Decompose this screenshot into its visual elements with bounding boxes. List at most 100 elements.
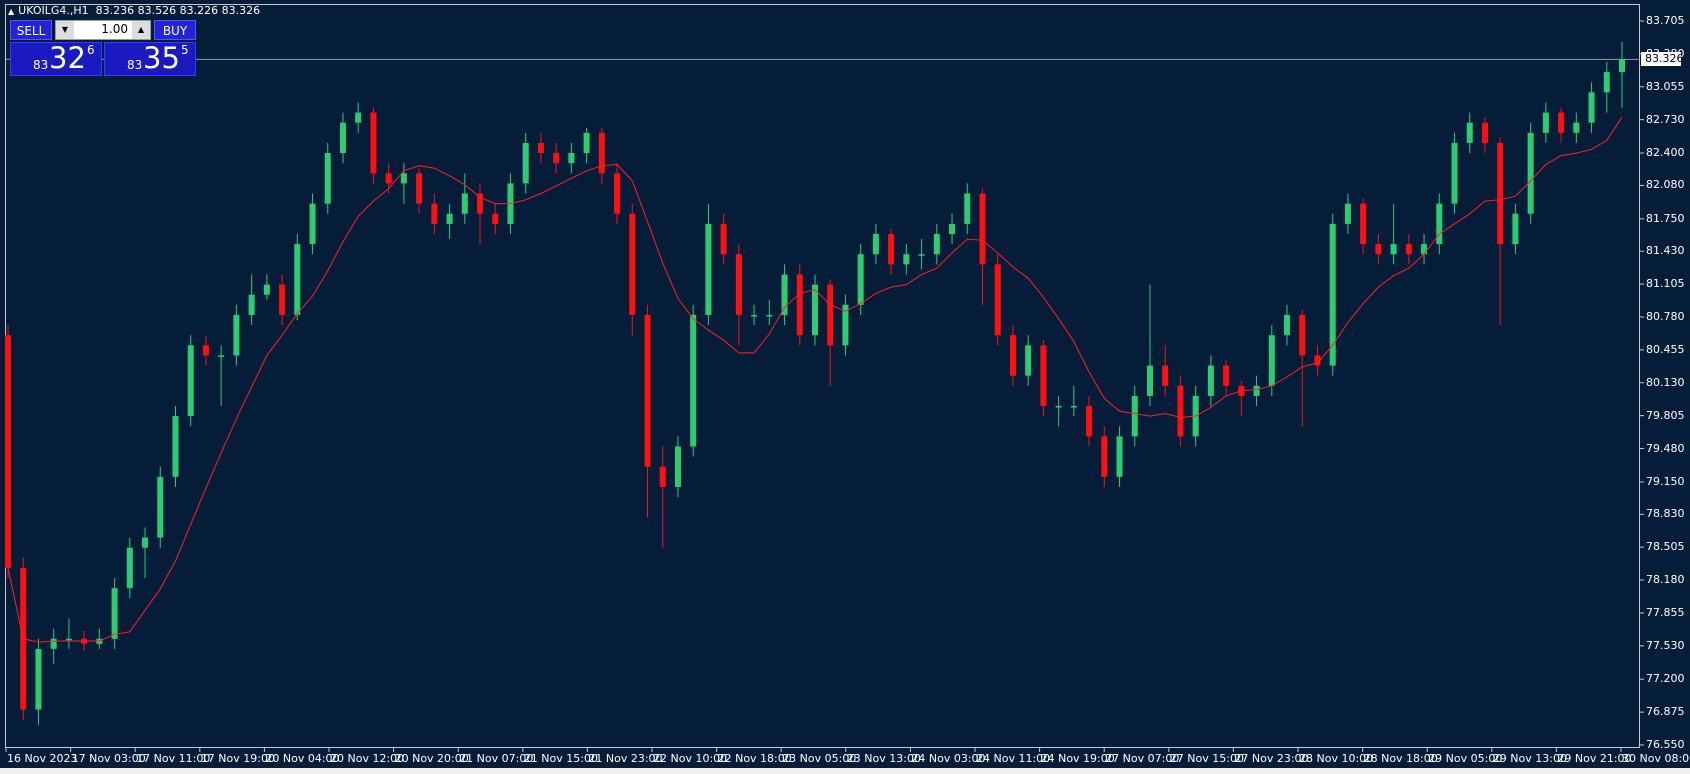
candle-bearish: [827, 284, 834, 346]
candle-bearish: [1405, 244, 1412, 255]
time-axis-label: 29 Nov 21:00: [1557, 752, 1632, 765]
time-axis-label: 21 Nov 15:00: [523, 752, 598, 765]
candle-bullish: [1588, 92, 1595, 123]
time-axis-label: 16 Nov 2023: [7, 752, 78, 765]
price-axis-label: 79.150: [1646, 474, 1685, 488]
candle-bearish: [1162, 365, 1169, 386]
candle-bullish: [157, 476, 164, 538]
collapse-triangle-icon[interactable]: ▲: [8, 7, 14, 16]
candle-bearish: [553, 153, 560, 164]
candle-bearish: [629, 213, 636, 315]
time-axis-label: 27 Nov 23:00: [1234, 752, 1309, 765]
candle-bullish: [751, 314, 758, 317]
time-axis-label: 21 Nov 23:00: [588, 752, 663, 765]
buy-button[interactable]: BUY: [154, 20, 196, 40]
candle-bullish: [1512, 213, 1519, 245]
price-axis-label: 81.750: [1646, 211, 1685, 225]
price-axis-label: 78.180: [1646, 573, 1685, 587]
candle-bearish: [888, 234, 895, 265]
symbol-label: UKOILG4.,H1: [18, 4, 89, 17]
decrease-lot-arrow-icon[interactable]: ▼: [56, 21, 74, 39]
candle-bullish: [1344, 203, 1351, 224]
price-axis-label: 79.805: [1646, 408, 1685, 422]
ask-price-button[interactable]: 83 35 5: [104, 41, 196, 76]
candle-bearish: [1101, 436, 1108, 477]
price-axis-label: 81.430: [1646, 244, 1685, 258]
candle-bearish: [5, 335, 11, 568]
candle-bullish: [1573, 122, 1580, 133]
candle-bullish: [1451, 142, 1458, 204]
candle-bearish: [598, 132, 605, 174]
candle-bullish: [50, 638, 57, 649]
candle-bullish: [1436, 203, 1443, 245]
bid-pip: 6: [87, 43, 95, 57]
candle-bullish: [324, 153, 331, 204]
candle-bearish: [659, 466, 666, 487]
candle-bullish: [949, 223, 956, 235]
price-axis-label: 80.780: [1646, 309, 1685, 323]
time-axis-label: 29 Nov 13:00: [1492, 752, 1567, 765]
candle-bearish: [979, 193, 986, 265]
candle-bullish: [1619, 59, 1625, 73]
time-axis-label: 24 Nov 11:00: [976, 752, 1051, 765]
candle-bullish: [933, 234, 940, 255]
time-axis-label: 24 Nov 03:00: [911, 752, 986, 765]
candle-bearish: [416, 173, 423, 204]
candle-bullish: [218, 355, 225, 357]
time-axis-label: 21 Nov 07:00: [459, 752, 534, 765]
candle-bullish: [1268, 335, 1275, 386]
candle-bullish: [355, 112, 362, 123]
candle-bullish: [766, 314, 773, 317]
ask-prefix: 83: [127, 58, 143, 72]
price-axis-label: 80.455: [1646, 342, 1685, 356]
sell-button[interactable]: SELL: [10, 20, 52, 40]
candle-bearish: [994, 264, 1001, 336]
time-axis-label: 27 Nov 07:00: [1105, 752, 1180, 765]
candle-bearish: [477, 193, 484, 214]
time-axis-label: 30 Nov 08:00: [1622, 752, 1690, 765]
candle-bullish: [1542, 112, 1549, 133]
candle-bullish: [872, 234, 879, 255]
candle-bullish: [674, 446, 681, 487]
candle-bullish: [583, 132, 590, 154]
candle-bullish: [1025, 345, 1032, 376]
time-axis-label: 17 Nov 03:00: [71, 752, 146, 765]
time-axis-label: 28 Nov 10:00: [1299, 752, 1374, 765]
price-axis-label: 82.400: [1646, 146, 1685, 160]
increase-lot-arrow-icon[interactable]: ▲: [132, 21, 150, 39]
time-axis-label: 24 Nov 19:00: [1040, 752, 1115, 765]
candle-bearish: [735, 254, 742, 315]
candle-bearish: [279, 284, 286, 315]
candle-bullish: [1421, 244, 1428, 255]
time-axis-label: 20 Nov 20:00: [394, 752, 469, 765]
candle-bullish: [1466, 122, 1473, 143]
ask-pip: 5: [181, 43, 189, 57]
candle-bullish: [233, 314, 240, 356]
candle-bullish: [172, 416, 179, 477]
time-axis-label: 20 Nov 04:00: [265, 752, 340, 765]
bid-big: 32: [49, 41, 86, 75]
candle-bullish: [781, 274, 788, 315]
candle-bullish: [1329, 223, 1336, 366]
current-price-label: 83.326: [1641, 52, 1684, 67]
candle-bullish: [964, 193, 971, 224]
lot-size-stepper[interactable]: ▼ 1.00 ▲: [55, 20, 151, 40]
bid-price-button[interactable]: 83 32 6: [10, 41, 102, 76]
price-axis-label: 81.105: [1646, 277, 1685, 291]
price-axis-label: 79.480: [1646, 441, 1685, 455]
candle-bullish: [187, 345, 194, 417]
candle-bearish: [1497, 142, 1504, 245]
ohlc-readout: 83.236 83.526 83.226 83.326: [95, 4, 261, 17]
lot-size-input[interactable]: 1.00: [101, 22, 128, 36]
candle-bearish: [370, 112, 377, 174]
candle-bullish: [1055, 406, 1062, 408]
time-axis-label: 23 Nov 13:00: [846, 752, 921, 765]
ask-big: 35: [143, 41, 180, 75]
price-axis-label: 77.855: [1646, 605, 1685, 619]
price-axis-label: 76.550: [1646, 738, 1685, 751]
candle-bearish: [1177, 385, 1184, 437]
candle-bullish: [903, 254, 910, 265]
candle-bearish: [1360, 203, 1367, 245]
candle-bearish: [1086, 406, 1093, 437]
price-chart[interactable]: [0, 0, 1690, 774]
